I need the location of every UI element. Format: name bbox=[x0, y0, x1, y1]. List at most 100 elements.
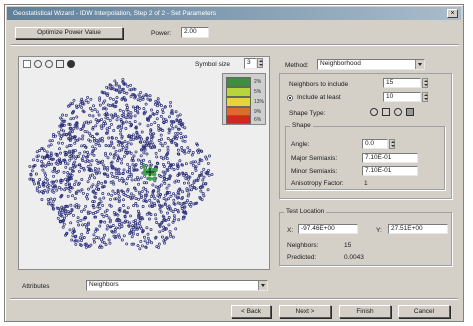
sample-point bbox=[76, 216, 80, 220]
sample-point bbox=[110, 113, 114, 117]
sample-point bbox=[68, 155, 72, 158]
major-semiaxis-field[interactable]: 7.10E-01 bbox=[362, 153, 418, 163]
zoom-in-icon[interactable] bbox=[34, 60, 42, 68]
sample-point bbox=[89, 120, 93, 124]
back-button[interactable]: < Back bbox=[231, 305, 271, 318]
sample-point bbox=[108, 104, 112, 108]
sample-point bbox=[95, 172, 99, 176]
sample-point bbox=[79, 218, 83, 222]
sample-point bbox=[129, 138, 133, 142]
sample-point bbox=[108, 118, 112, 122]
sample-point bbox=[189, 161, 193, 165]
circle-shape-icon[interactable] bbox=[370, 108, 378, 116]
octant-shape-icon[interactable] bbox=[406, 108, 414, 116]
sample-point bbox=[105, 227, 109, 231]
sample-point bbox=[61, 113, 65, 117]
sample-point bbox=[101, 203, 105, 207]
sample-point bbox=[126, 206, 130, 210]
sample-point bbox=[102, 196, 106, 200]
zoom-out-icon[interactable] bbox=[45, 60, 53, 68]
sample-point bbox=[70, 238, 74, 242]
top-divider bbox=[11, 44, 459, 46]
sample-point bbox=[112, 97, 115, 101]
sample-point bbox=[90, 185, 94, 189]
sample-point bbox=[206, 188, 210, 192]
sample-points-map[interactable] bbox=[22, 70, 226, 264]
symbol-size-spinner[interactable] bbox=[257, 58, 263, 68]
sample-point bbox=[86, 158, 89, 162]
sample-point bbox=[87, 221, 90, 225]
minor-semiaxis-field[interactable]: 7.10E-01 bbox=[362, 166, 418, 176]
sample-point bbox=[162, 165, 166, 168]
sample-point bbox=[72, 98, 76, 102]
sample-point bbox=[180, 146, 184, 149]
pan-icon[interactable] bbox=[56, 60, 64, 68]
sample-point bbox=[149, 228, 153, 232]
sample-point bbox=[166, 148, 170, 152]
sample-point bbox=[128, 168, 131, 172]
close-icon[interactable]: × bbox=[447, 9, 458, 18]
sample-point bbox=[177, 179, 181, 183]
sample-point bbox=[35, 155, 39, 159]
sample-point bbox=[72, 227, 76, 231]
cancel-button[interactable]: Cancel bbox=[398, 305, 450, 318]
sample-point bbox=[86, 231, 90, 234]
sample-point bbox=[125, 103, 129, 107]
sample-point bbox=[92, 153, 96, 157]
sample-point bbox=[176, 148, 180, 152]
sample-point bbox=[47, 187, 51, 191]
sample-point bbox=[130, 235, 134, 239]
legend-swatch-1 bbox=[226, 87, 251, 97]
method-dropdown[interactable]: Neighborhood bbox=[317, 59, 425, 70]
sample-point bbox=[80, 105, 84, 109]
sample-point bbox=[80, 239, 83, 242]
sample-point bbox=[52, 174, 56, 178]
finish-button[interactable]: Finish bbox=[339, 305, 391, 318]
include-radio[interactable] bbox=[287, 95, 293, 101]
sample-point bbox=[178, 159, 182, 163]
next-button[interactable]: Next > bbox=[279, 305, 331, 318]
sector-shape-icon[interactable] bbox=[394, 108, 402, 116]
sample-point bbox=[59, 137, 63, 141]
sample-point bbox=[130, 178, 134, 182]
chevron-down-icon[interactable] bbox=[415, 60, 424, 69]
sample-point bbox=[78, 151, 82, 155]
globe-icon[interactable] bbox=[67, 60, 75, 68]
quadrant-shape-icon[interactable] bbox=[382, 108, 390, 116]
sample-point bbox=[138, 247, 142, 251]
sample-point bbox=[55, 179, 59, 183]
sample-point bbox=[134, 109, 138, 112]
sample-point bbox=[167, 161, 170, 165]
optimize-power-button[interactable]: Optimize Power Value bbox=[15, 27, 123, 39]
show-dropdown[interactable]: Neighbors bbox=[86, 280, 268, 291]
include-spinner[interactable] bbox=[422, 92, 428, 102]
neighbors-spinner[interactable] bbox=[422, 78, 428, 88]
neighbors-field[interactable]: 15 bbox=[383, 78, 421, 88]
sample-point bbox=[75, 126, 79, 130]
sample-point bbox=[192, 179, 196, 183]
sample-point bbox=[167, 197, 170, 201]
symbol-size-field[interactable]: 3 bbox=[244, 58, 257, 69]
include-field[interactable]: 10 bbox=[383, 92, 421, 102]
sample-point bbox=[37, 190, 41, 194]
sample-point bbox=[84, 145, 88, 149]
sample-point bbox=[121, 77, 125, 81]
sample-point bbox=[33, 182, 36, 186]
sample-point bbox=[127, 174, 131, 178]
sample-point bbox=[134, 150, 138, 154]
sample-point bbox=[122, 179, 126, 182]
sample-point bbox=[163, 241, 167, 245]
sample-point bbox=[46, 202, 50, 206]
chevron-down-icon[interactable] bbox=[258, 281, 267, 290]
sample-point bbox=[124, 127, 128, 130]
angle-field[interactable]: 0.0 bbox=[362, 139, 388, 149]
x-field[interactable]: -97.46E+00 bbox=[298, 224, 358, 234]
sample-point bbox=[202, 175, 206, 179]
sample-point bbox=[73, 141, 77, 145]
sample-point bbox=[106, 166, 110, 170]
arrow-icon[interactable] bbox=[23, 60, 31, 68]
sample-point bbox=[71, 213, 75, 217]
y-field[interactable]: 27.51E+00 bbox=[388, 224, 448, 234]
power-field[interactable]: 2.00 bbox=[181, 27, 209, 38]
angle-spinner[interactable] bbox=[389, 139, 395, 149]
